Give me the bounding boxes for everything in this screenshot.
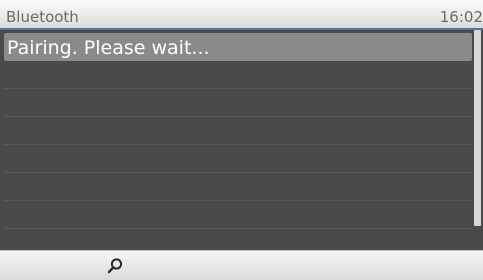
- list-item[interactable]: [4, 201, 472, 229]
- title-bar: Bluetooth 16:02: [0, 0, 483, 30]
- bluetooth-screen: Bluetooth 16:02 Pairing. Please wait...: [0, 0, 483, 280]
- clock: 16:02: [439, 8, 483, 26]
- scrollbar[interactable]: [474, 30, 481, 226]
- list-item[interactable]: [4, 145, 472, 173]
- list-item[interactable]: [4, 89, 472, 117]
- list-item-label: Pairing. Please wait...: [7, 37, 210, 59]
- list-item[interactable]: [4, 117, 472, 145]
- list-item[interactable]: [4, 173, 472, 201]
- search-button[interactable]: [95, 251, 135, 280]
- search-icon: [107, 258, 123, 274]
- soft-key-bar: [0, 250, 483, 280]
- list-item[interactable]: [4, 61, 472, 89]
- device-list: Pairing. Please wait...: [0, 30, 475, 258]
- screen-title: Bluetooth: [6, 8, 79, 26]
- list-item-status[interactable]: Pairing. Please wait...: [4, 33, 472, 61]
